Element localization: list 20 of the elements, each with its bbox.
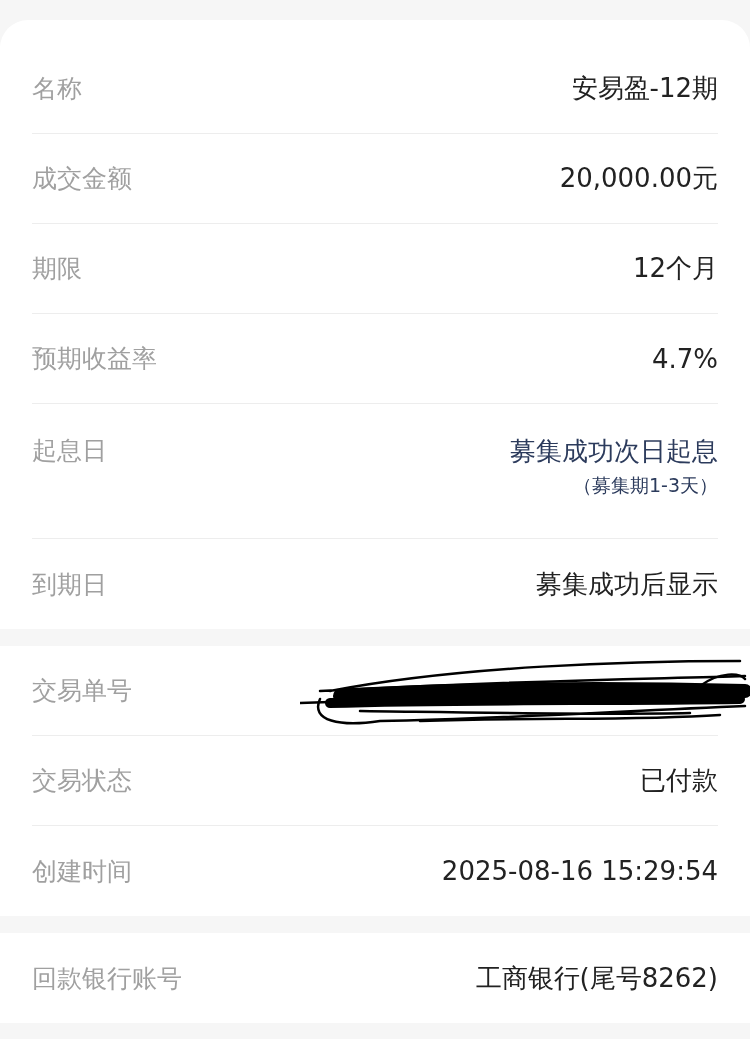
field-label: 名称 [32,73,82,105]
field-value: 2025-08-16 15:29:54 [441,856,718,886]
field-value: 募集成功次日起息 [510,435,718,468]
field-label: 交易状态 [32,765,132,797]
field-value: 安易盈-12期 [571,72,718,105]
field-label: 创建时间 [32,855,132,888]
field-value: 4.7% [651,343,718,374]
field-label: 起息日 [32,435,107,467]
field-label: 期限 [32,253,82,285]
field-label: 交易单号 [32,675,132,707]
field-note: （募集期1-3天） [572,473,718,498]
field-value: 已付款 [640,764,718,797]
field-label: 预期收益率 [32,343,157,375]
field-value: 12个月 [632,252,718,285]
field-label: 成交金额 [32,163,132,195]
field-value: 募集成功后显示 [536,567,718,601]
field-label: 回款银行账号 [32,962,182,995]
field-label: 到期日 [32,568,107,601]
field-value: 工商银行(尾号8262) [475,961,718,995]
field-value: 20,000.00元 [559,162,718,195]
